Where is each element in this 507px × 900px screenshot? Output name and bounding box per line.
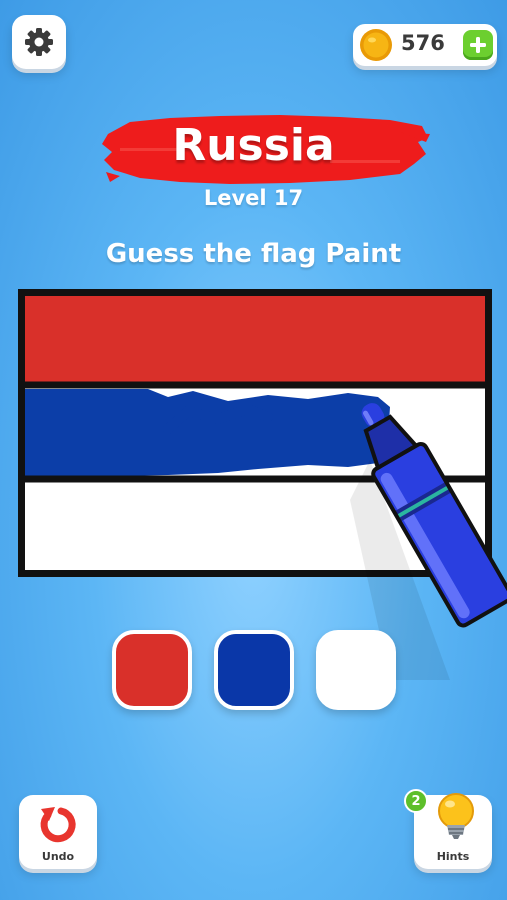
undo-button[interactable]: Undo: [19, 795, 97, 869]
hints-label: Hints: [436, 850, 470, 863]
country-title: Russia: [172, 120, 335, 171]
coin-counter: 576: [353, 24, 497, 66]
hint-count-badge: 2: [404, 789, 428, 813]
lightbulb-icon: [438, 793, 474, 839]
color-swatch-blue[interactable]: [214, 630, 294, 710]
coin-count: 576: [401, 31, 445, 55]
add-coins-button[interactable]: [463, 30, 493, 60]
coin-icon: [360, 29, 392, 61]
flag-stripe-top[interactable]: [22, 293, 488, 385]
gear-icon: [25, 28, 53, 56]
color-swatch-red[interactable]: [112, 630, 192, 710]
undo-label: Undo: [41, 850, 75, 863]
undo-icon: [40, 807, 76, 843]
instruction-text: Guess the flag Paint: [105, 239, 402, 269]
plus-icon: [470, 37, 486, 53]
level-label: Level 17: [203, 186, 304, 210]
settings-button[interactable]: [12, 15, 66, 69]
color-swatch-white[interactable]: [316, 630, 396, 710]
